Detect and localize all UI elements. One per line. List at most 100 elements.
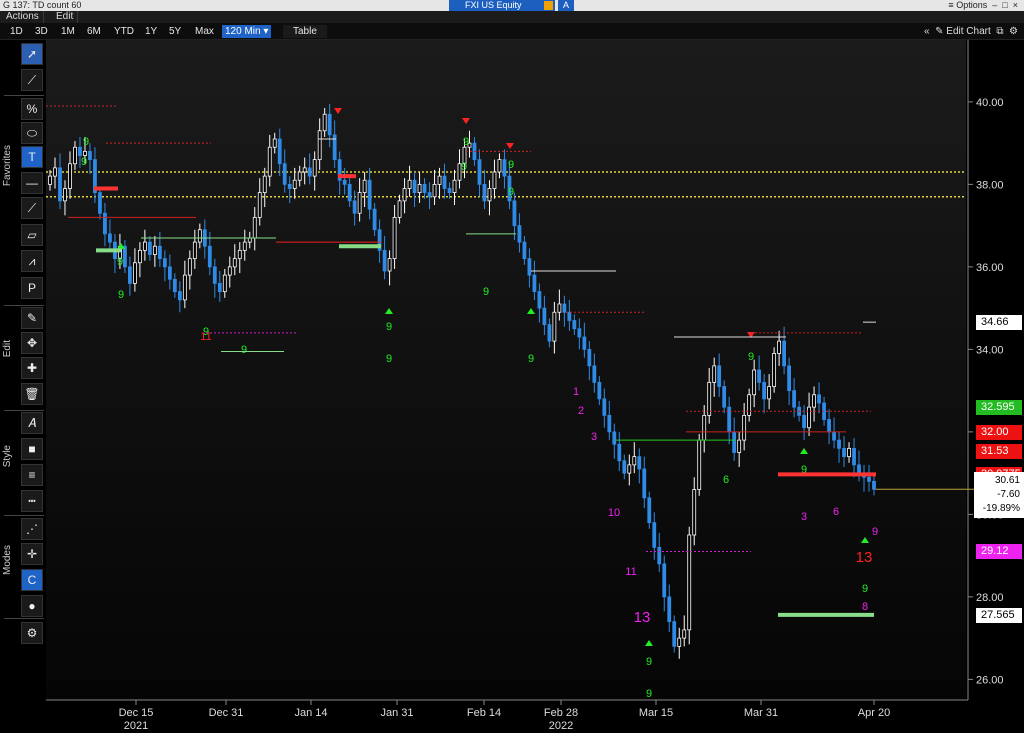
- candle-body: [702, 414, 707, 441]
- range-button-1y[interactable]: 1Y: [142, 25, 160, 38]
- candle-body: [452, 179, 457, 194]
- crosshair-icon[interactable]: ✛: [21, 543, 43, 565]
- candle-body: [412, 179, 417, 194]
- range-button-5y[interactable]: 5Y: [166, 25, 184, 38]
- td-count-label: 8: [862, 601, 868, 613]
- options-label[interactable]: Options: [956, 0, 987, 10]
- candle-body: [857, 464, 861, 474]
- color-icon[interactable]: ●: [21, 595, 43, 617]
- price-chart[interactable]: 26.0028.0030.0032.0034.0036.0038.0040.00…: [46, 40, 1024, 733]
- td-count-label: 9: [646, 656, 652, 668]
- close-icon[interactable]: ×: [1013, 0, 1018, 10]
- candle-body: [607, 414, 612, 433]
- candle-body: [262, 175, 267, 194]
- toolbar-divider: [4, 618, 44, 619]
- cursor-icon[interactable]: ➚: [21, 43, 43, 65]
- magnet-icon[interactable]: C: [21, 569, 43, 591]
- plot-background: [46, 40, 966, 700]
- candle-body: [103, 212, 107, 235]
- last-price-box: 30.61 -7.60 -19.89%: [974, 472, 1024, 518]
- candle-body: [847, 447, 851, 458]
- line-draw-icon[interactable]: ⟋: [21, 69, 43, 91]
- edit-chart-button[interactable]: Edit Chart: [946, 26, 990, 37]
- candle-body: [78, 146, 82, 156]
- range-button-ytd[interactable]: YTD: [111, 25, 137, 38]
- ticker-suffix-button[interactable]: A: [558, 0, 574, 11]
- range-button-6m[interactable]: 6M: [84, 25, 104, 38]
- p-icon[interactable]: P: [21, 277, 43, 299]
- gear-icon[interactable]: ⚙: [21, 622, 43, 644]
- line-dash-icon[interactable]: ┅: [21, 490, 43, 512]
- toolbar-divider: [4, 515, 44, 516]
- font-icon[interactable]: 𝐴: [21, 412, 43, 434]
- ticker-field[interactable]: FXI US Equity: [449, 0, 555, 11]
- candle-body: [717, 365, 722, 387]
- price-change: -7.60: [997, 489, 1020, 500]
- candle-body: [257, 192, 262, 218]
- candle-body: [657, 546, 662, 565]
- range-button-max[interactable]: Max: [192, 25, 217, 38]
- candle-body: [492, 171, 497, 189]
- edit-menu[interactable]: Edit: [52, 11, 79, 23]
- td-count-label: 9: [117, 256, 123, 268]
- channel-icon[interactable]: ▱: [21, 224, 43, 246]
- marker-icon[interactable]: ⋰: [21, 518, 43, 540]
- candle-body: [247, 237, 252, 243]
- candle-body: [83, 150, 87, 156]
- segment-icon[interactable]: ⟋: [21, 197, 43, 219]
- wave-icon[interactable]: ⩘: [21, 250, 43, 272]
- x-tick-label: Feb 28: [544, 707, 578, 719]
- candle-body: [632, 456, 637, 466]
- x-tick-label: Dec 15: [119, 707, 154, 719]
- price-tag: 34.66: [976, 315, 1022, 331]
- candle-body: [477, 159, 482, 185]
- range-button-1m[interactable]: 1M: [58, 25, 78, 38]
- candle-body: [552, 311, 557, 342]
- maximize-icon[interactable]: □: [1002, 0, 1007, 10]
- candle-body: [792, 390, 796, 408]
- line-style-icon[interactable]: ≡: [21, 464, 43, 486]
- candle-body: [192, 241, 197, 260]
- minimize-icon[interactable]: –: [992, 0, 997, 10]
- candle-body: [137, 249, 142, 264]
- td-count-label: 9: [241, 344, 247, 356]
- toolbar-divider: [4, 305, 44, 306]
- move-icon[interactable]: ✥: [21, 332, 43, 354]
- percent-icon[interactable]: %: [21, 98, 43, 120]
- range-button-3d[interactable]: 3D: [32, 25, 51, 38]
- candle-body: [68, 163, 72, 189]
- actions-menu[interactable]: Actions: [2, 11, 44, 23]
- candle-body: [277, 138, 282, 165]
- td-count-label: 9: [463, 136, 469, 148]
- pencil-icon[interactable]: ✎: [21, 307, 43, 329]
- candle-body: [108, 233, 112, 243]
- settings-gear-icon[interactable]: ⚙: [1009, 26, 1018, 37]
- candle-body: [147, 241, 152, 255]
- toolbar-section-modes: Modes: [2, 545, 13, 576]
- candle-body: [352, 200, 357, 214]
- table-button[interactable]: Table: [283, 25, 327, 38]
- range-button-1d[interactable]: 1D: [7, 25, 26, 38]
- y-tick-label: 38.00: [976, 179, 1004, 191]
- td-count-label: 9: [83, 136, 89, 148]
- candle-body: [362, 179, 367, 194]
- td-count-label: 6: [723, 474, 729, 486]
- candle-body: [572, 320, 577, 330]
- text-icon[interactable]: T: [21, 146, 43, 168]
- collapse-icon[interactable]: «: [924, 26, 930, 37]
- copy-icon[interactable]: ⧉: [996, 26, 1003, 37]
- horizontal-line-icon[interactable]: —: [21, 172, 43, 194]
- candle-body: [152, 245, 157, 255]
- candle-body: [162, 258, 167, 268]
- add-point-icon[interactable]: ✚: [21, 357, 43, 379]
- candle-body: [402, 188, 407, 202]
- ticker-dropdown-icon[interactable]: [544, 1, 553, 10]
- interval-dropdown[interactable]: 120 Min ▾: [222, 25, 272, 38]
- candle-body: [232, 258, 237, 268]
- options-icon[interactable]: ≡: [948, 0, 953, 10]
- td-count-label: 13: [856, 549, 873, 566]
- trash-icon[interactable]: 🗑: [21, 383, 43, 405]
- fill-color-icon[interactable]: ■: [21, 438, 43, 460]
- ellipse-icon[interactable]: ⬭: [21, 122, 43, 144]
- candle-body: [422, 183, 427, 194]
